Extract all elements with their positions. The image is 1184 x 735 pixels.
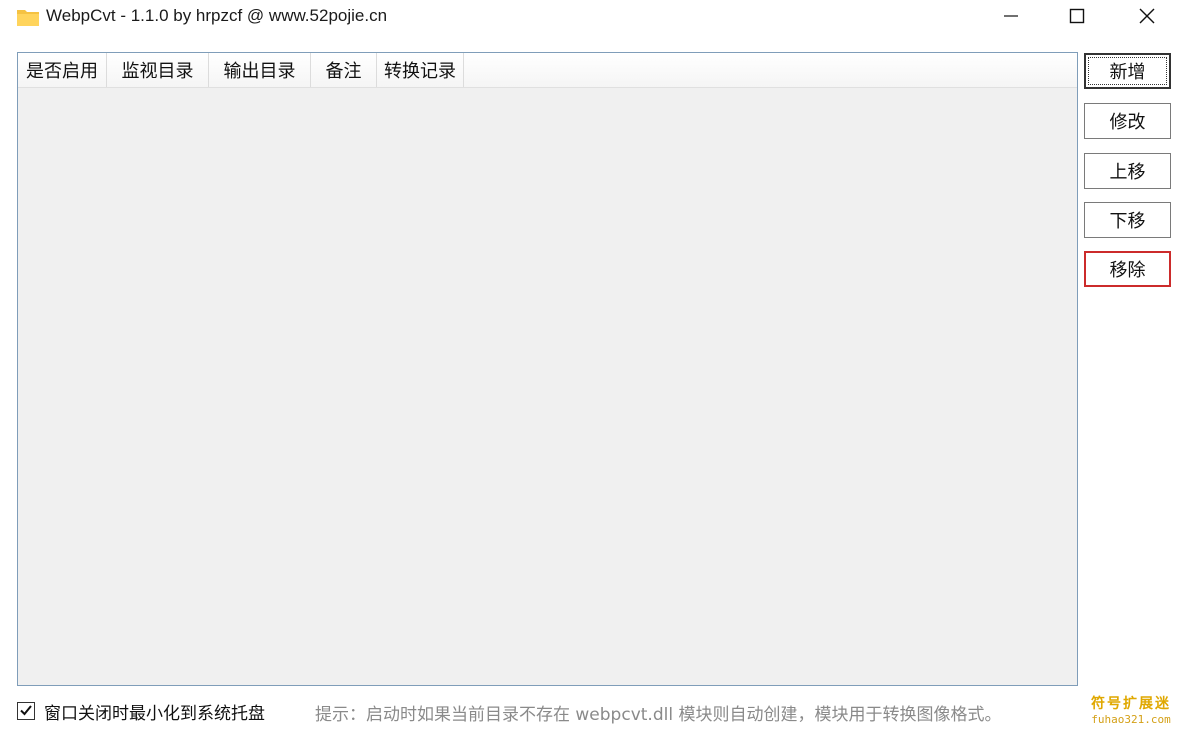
column-header-enabled[interactable]: 是否启用 [18, 53, 107, 87]
add-button[interactable]: 新增 [1084, 53, 1171, 89]
watermark-top: 符号扩展迷 [1091, 696, 1171, 712]
app-window: WebpCvt - 1.1.0 by hrpzcf @ www.52pojie.… [0, 0, 1184, 735]
maximize-button[interactable] [1046, 0, 1108, 36]
close-icon [1138, 7, 1156, 29]
remove-button[interactable]: 移除 [1084, 251, 1171, 287]
checkmark-icon [19, 702, 33, 721]
close-button[interactable] [1116, 0, 1178, 36]
watermark-logo: 符号扩展迷 fuhao321.com [1086, 697, 1176, 731]
list-body[interactable] [18, 88, 1077, 685]
column-header-note[interactable]: 备注 [311, 53, 377, 87]
window-title: WebpCvt - 1.1.0 by hrpzcf @ www.52pojie.… [46, 6, 388, 25]
move-up-button[interactable]: 上移 [1084, 153, 1171, 189]
minimize-to-tray-label: 窗口关闭时最小化到系统托盘 [44, 703, 265, 724]
folder-icon [16, 7, 40, 27]
minimize-icon [1003, 8, 1019, 28]
watermark-bottom: fuhao321.com [1091, 713, 1171, 726]
hint-text: 提示：启动时如果当前目录不存在 webpcvt.dll 模块则自动创建，模块用于… [315, 705, 1002, 725]
maximize-icon [1069, 8, 1085, 28]
edit-button[interactable]: 修改 [1084, 103, 1171, 139]
list-header: 是否启用 监视目录 输出目录 备注 转换记录 [18, 53, 1077, 88]
title-bar[interactable]: WebpCvt - 1.1.0 by hrpzcf @ www.52pojie.… [0, 0, 1184, 36]
move-down-button[interactable]: 下移 [1084, 202, 1171, 238]
minimize-to-tray-option[interactable]: 窗口关闭时最小化到系统托盘 [17, 700, 265, 724]
column-header-output-dir[interactable]: 输出目录 [209, 53, 311, 87]
column-header-history[interactable]: 转换记录 [377, 53, 464, 87]
monitor-list[interactable]: 是否启用 监视目录 输出目录 备注 转换记录 [17, 52, 1078, 686]
column-header-watch-dir[interactable]: 监视目录 [107, 53, 209, 87]
minimize-to-tray-checkbox[interactable] [17, 702, 35, 720]
minimize-button[interactable] [980, 0, 1042, 36]
